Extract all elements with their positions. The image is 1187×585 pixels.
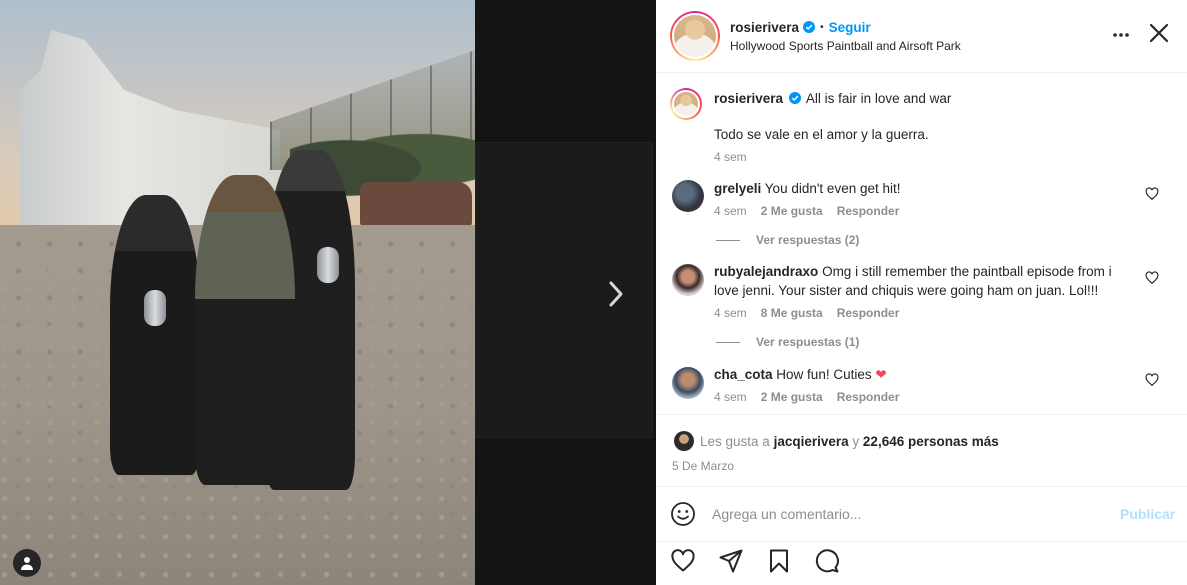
photo-air-tank bbox=[317, 247, 339, 283]
more-options-icon[interactable] bbox=[1112, 26, 1130, 44]
post-header: rosierivera • Seguir Hollywood Sports Pa… bbox=[656, 0, 1187, 73]
post-actions bbox=[670, 548, 840, 574]
comment-meta: 4 sem 8 Me gusta Responder bbox=[714, 306, 899, 320]
caption-meta: 4 sem bbox=[714, 150, 747, 164]
caption-username[interactable]: rosierivera bbox=[714, 91, 783, 106]
caption-time[interactable]: 4 sem bbox=[714, 150, 747, 164]
liker-username[interactable]: jacqierivera bbox=[774, 434, 849, 449]
share-icon[interactable] bbox=[718, 548, 744, 574]
post-photo[interactable] bbox=[0, 0, 475, 585]
view-replies-button[interactable]: Ver respuestas (2) bbox=[716, 233, 859, 247]
comment-likes[interactable]: 2 Me gusta bbox=[761, 390, 823, 404]
comment-avatar[interactable] bbox=[672, 180, 704, 212]
comment-likes[interactable]: 8 Me gusta bbox=[761, 306, 823, 320]
heart-icon[interactable] bbox=[1145, 373, 1159, 387]
photo-person bbox=[110, 195, 200, 475]
liker-avatar bbox=[674, 431, 694, 451]
emoji-icon[interactable] bbox=[670, 501, 696, 527]
comment-likes[interactable]: 2 Me gusta bbox=[761, 204, 823, 218]
post-username[interactable]: rosierivera bbox=[730, 20, 799, 35]
caption-text: All is fair in love and war bbox=[805, 91, 952, 106]
comment-username[interactable]: cha_cota bbox=[714, 367, 773, 382]
comment-meta: 4 sem 2 Me gusta Responder bbox=[714, 390, 899, 404]
photo-air-tank bbox=[144, 290, 166, 326]
post-detail-panel: rosierivera • Seguir Hollywood Sports Pa… bbox=[656, 0, 1187, 585]
comment-text: rubyalejandraxo Omg i still remember the… bbox=[714, 262, 1134, 300]
heart-icon[interactable] bbox=[1145, 271, 1159, 285]
close-icon[interactable] bbox=[1148, 22, 1170, 44]
publish-button[interactable]: Publicar bbox=[1120, 506, 1175, 522]
photo-person bbox=[195, 175, 295, 485]
user-tag-icon[interactable] bbox=[13, 549, 41, 577]
chevron-right-icon[interactable] bbox=[600, 278, 632, 310]
likes-count[interactable]: 22,646 personas más bbox=[863, 434, 999, 449]
caption-avatar[interactable] bbox=[670, 88, 702, 120]
post-date[interactable]: 5 De Marzo bbox=[672, 459, 734, 473]
view-replies-button[interactable]: Ver respuestas (1) bbox=[716, 335, 859, 349]
likes-section: Les gusta a jacqierivera y 22,646 person… bbox=[656, 414, 1187, 486]
like-icon[interactable] bbox=[670, 548, 696, 574]
likes-prefix: Les gusta a bbox=[700, 433, 770, 449]
comment-avatar[interactable] bbox=[672, 367, 704, 399]
separator: • bbox=[820, 21, 824, 33]
red-heart-emoji: ❤ bbox=[875, 367, 887, 382]
caption-translation: Todo se vale en el amor y la guerra. bbox=[714, 127, 929, 142]
comment-username[interactable]: rubyalejandraxo bbox=[714, 264, 818, 279]
comment-meta: 4 sem 2 Me gusta Responder bbox=[714, 204, 899, 218]
photo-truck bbox=[360, 182, 472, 228]
reply-button[interactable]: Responder bbox=[837, 306, 900, 320]
verified-badge-icon bbox=[788, 92, 801, 104]
likes-connector: y bbox=[852, 433, 860, 449]
comment-icon[interactable] bbox=[814, 548, 840, 574]
comment-text: cha_cota How fun! Cuties ❤ bbox=[714, 365, 1134, 384]
comment-input[interactable] bbox=[712, 506, 1092, 522]
comments-list: rosierivera All is fair in love and war … bbox=[656, 74, 1187, 414]
caption: rosierivera All is fair in love and war bbox=[714, 89, 1154, 108]
comment-text: grelyeli You didn't even get hit! bbox=[714, 179, 1134, 198]
verified-badge-icon bbox=[803, 21, 816, 33]
likes-summary[interactable]: Les gusta a jacqierivera y 22,646 person… bbox=[674, 431, 999, 451]
save-icon[interactable] bbox=[766, 548, 792, 574]
comment-body: How fun! Cuties bbox=[776, 367, 872, 382]
heart-icon[interactable] bbox=[1145, 187, 1159, 201]
reply-button[interactable]: Responder bbox=[837, 204, 900, 218]
avatar[interactable] bbox=[670, 11, 720, 61]
comment-body: You didn't even get hit! bbox=[764, 181, 901, 196]
comment-time[interactable]: 4 sem bbox=[714, 306, 747, 320]
post-location[interactable]: Hollywood Sports Paintball and Airsoft P… bbox=[730, 39, 961, 53]
reply-button[interactable]: Responder bbox=[837, 390, 900, 404]
comment-avatar[interactable] bbox=[672, 264, 704, 296]
comment-time[interactable]: 4 sem bbox=[714, 204, 747, 218]
add-comment-bar: Publicar bbox=[656, 486, 1187, 542]
comment-username[interactable]: grelyeli bbox=[714, 181, 761, 196]
comment-time[interactable]: 4 sem bbox=[714, 390, 747, 404]
follow-button[interactable]: Seguir bbox=[829, 20, 871, 35]
